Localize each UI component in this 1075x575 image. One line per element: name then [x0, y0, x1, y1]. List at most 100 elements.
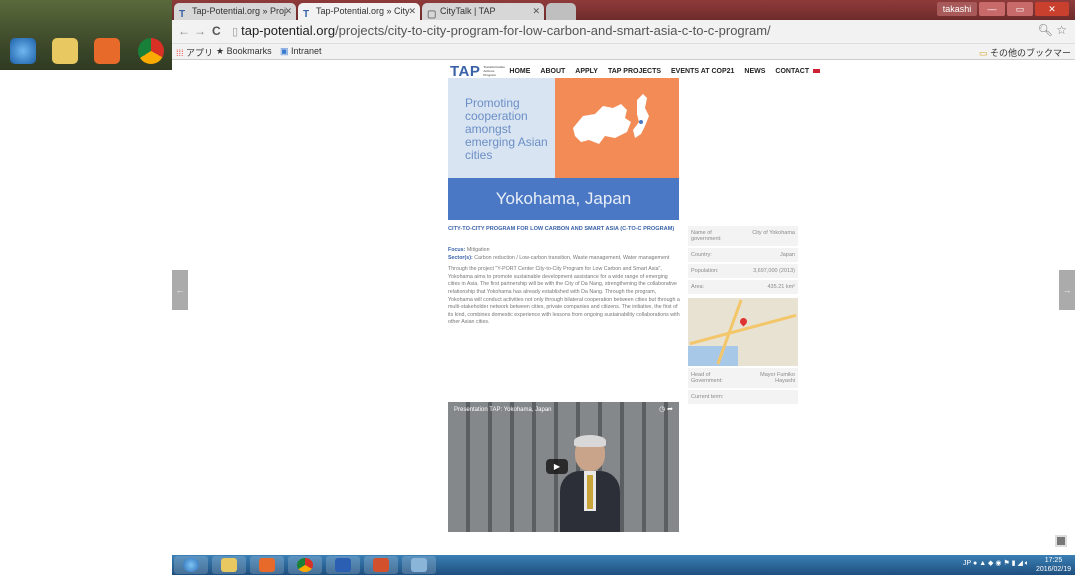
info-value: Japan	[780, 252, 795, 258]
url-domain: tap-potential.org	[241, 23, 336, 38]
start-orb-icon[interactable]	[10, 38, 36, 64]
user-badge[interactable]: takashi	[937, 2, 977, 16]
nav-home[interactable]: HOME	[509, 68, 530, 75]
project-article: CITY-TO-CITY PROGRAM FOR LOW CARBON AND …	[448, 226, 680, 327]
tap-logo[interactable]: TAP	[450, 63, 480, 80]
intranet-link[interactable]: ▣ Intranet	[280, 46, 322, 57]
video-title[interactable]: Presentation TAP: Yokohama, Japan	[454, 407, 552, 413]
folder-icon: ▣	[280, 46, 289, 56]
other-bookmarks[interactable]: ▭ その他のブックマー	[979, 46, 1071, 59]
city-map[interactable]	[688, 298, 798, 366]
nav-news[interactable]: NEWS	[744, 68, 765, 75]
hero-tagline: Promoting cooperation amongst emerging A…	[448, 78, 555, 178]
info-key: Head of Government:	[691, 372, 723, 384]
word-taskbar-icon[interactable]	[326, 556, 360, 574]
back-arrow-icon[interactable]: ←	[178, 24, 190, 38]
reload-icon[interactable]: C	[212, 24, 221, 38]
powerpoint-taskbar-icon[interactable]	[364, 556, 398, 574]
play-button[interactable]: ▶	[546, 459, 568, 474]
nav-about[interactable]: ABOUT	[540, 68, 565, 75]
info-value: 3,697,000 (2013)	[753, 268, 795, 274]
intranet-label: Intranet	[291, 46, 322, 56]
hero-banner: Promoting cooperation amongst emerging A…	[448, 78, 679, 220]
page-favicon-icon: ▢	[427, 9, 437, 20]
star-icon: ★	[216, 46, 225, 56]
focus-value: Mitigation	[466, 247, 490, 253]
chrome-icon[interactable]	[138, 38, 164, 64]
apps-grid-icon: ⁞⁞⁞	[176, 48, 184, 58]
folder-icon: ▭	[978, 48, 988, 58]
other-bookmarks-label: その他のブックマー	[989, 48, 1071, 58]
zoom-icon[interactable]: 🔍︎	[1038, 23, 1053, 37]
start-button[interactable]	[174, 556, 208, 574]
media-taskbar-icon[interactable]	[250, 556, 284, 574]
info-row: Area: 435.21 km²	[688, 280, 798, 296]
site-navigation: TAP Transformative Actions Program HOME …	[450, 63, 821, 80]
tab-proj[interactable]: T Tap-Potential.org » Proj ✕	[174, 3, 296, 20]
info-value: City of Yokohama	[752, 230, 795, 236]
bookmarks-label: Bookmarks	[226, 46, 272, 56]
tab-city[interactable]: T Tap-Potential.org » City ✕	[298, 3, 420, 20]
info-value	[743, 394, 795, 400]
info-key: Country:	[691, 252, 712, 258]
new-tab-button[interactable]	[546, 3, 576, 20]
bookmarks-bar: ⁞⁞⁞ アプリ ★ Bookmarks ▣ Intranet ▭ その他のブック…	[172, 44, 1075, 60]
info-value: Mayor Fumiko Hayashi	[760, 372, 795, 384]
tab-citytalk[interactable]: ▢ CityTalk | TAP ✕	[422, 3, 544, 20]
info-row: Population: 3,697,000 (2013)	[688, 264, 798, 280]
nav-events[interactable]: EVENTS AT COP21	[671, 68, 734, 75]
close-icon[interactable]: ✕	[284, 3, 292, 20]
scroll-top-button[interactable]	[1055, 535, 1067, 547]
video-share-icon[interactable]: ◷ ➦	[659, 405, 673, 413]
article-body: Through the project "Y-PORT Center City-…	[448, 266, 680, 326]
close-icon[interactable]: ✕	[532, 3, 540, 20]
tab-label: Tap-Potential.org » Proj	[192, 6, 287, 16]
app-taskbar-icon[interactable]	[402, 556, 436, 574]
windows-taskbar: JP ● ▲ ◆ ◉ ⚑ ▮ ◢ 🔈︎ 17:25 2016/02/19	[172, 555, 1075, 575]
info-value: 435.21 km²	[767, 284, 795, 290]
nav-tap-projects[interactable]: TAP PROJECTS	[608, 68, 661, 75]
maximize-button[interactable]: ▭	[1007, 2, 1033, 16]
nav-apply[interactable]: APPLY	[575, 68, 598, 75]
address-bar: ← → C ▯ tap-potential.org/projects/city-…	[172, 20, 1075, 44]
explorer-icon[interactable]	[52, 38, 78, 64]
forward-arrow-icon[interactable]: →	[194, 24, 206, 38]
bookmarks-link[interactable]: ★ Bookmarks	[216, 46, 272, 57]
ime-indicator[interactable]: JP	[963, 560, 971, 567]
prev-arrow-icon[interactable]: ←	[172, 270, 188, 310]
media-player-icon[interactable]	[94, 38, 120, 64]
close-icon[interactable]: ✕	[408, 3, 416, 20]
info-key: Name of government:	[691, 230, 722, 242]
info-row: Name of government: City of Yokohama	[688, 226, 798, 248]
url-path: /projects/city-to-city-program-for-low-c…	[335, 23, 771, 38]
star-icon[interactable]: ☆	[1056, 23, 1067, 37]
video-player[interactable]: Presentation TAP: Yokohama, Japan ◷ ➦ ▶	[448, 402, 679, 532]
sectors-line: Sector(s): Carbon reduction / Low-carbon…	[448, 255, 680, 263]
nav-contact[interactable]: CONTACT	[775, 68, 809, 75]
close-window-button[interactable]: ✕	[1035, 2, 1069, 16]
apps-label: アプリ	[186, 48, 214, 58]
tray-icons[interactable]: ● ▲ ◆ ◉ ⚑ ▮ ◢ 🔈︎	[973, 560, 1029, 567]
tap-favicon-icon: T	[179, 9, 186, 20]
info-row: Current term:	[688, 390, 798, 406]
tab-label: CityTalk | TAP	[440, 6, 496, 16]
info-key: Population:	[691, 268, 719, 274]
chrome-taskbar-icon[interactable]	[288, 556, 322, 574]
explorer-taskbar-icon[interactable]	[212, 556, 246, 574]
clock-time: 17:25	[1044, 557, 1063, 564]
page-icon: ▯	[232, 26, 242, 38]
next-arrow-icon[interactable]: →	[1059, 270, 1075, 310]
minimize-button[interactable]: —	[979, 2, 1005, 16]
sectors-label: Sector(s):	[448, 254, 473, 261]
hero-city-title: Yokohama, Japan	[448, 178, 679, 220]
language-flag-icon[interactable]	[813, 69, 821, 73]
article-title: CITY-TO-CITY PROGRAM FOR LOW CARBON AND …	[448, 226, 675, 232]
desktop-quicklaunch	[0, 36, 172, 66]
sectors-value: Carbon reduction / Low-carbon transition…	[474, 254, 670, 261]
map-pin-icon	[738, 316, 749, 327]
web-page: ← → TAP Transformative Actions Program H…	[172, 60, 1075, 555]
apps-bookmark[interactable]: ⁞⁞⁞ アプリ	[176, 46, 213, 59]
url-field[interactable]: ▯ tap-potential.org/projects/city-to-cit…	[232, 23, 771, 38]
info-row: Country: Japan	[688, 248, 798, 264]
system-clock[interactable]: 17:25 2016/02/19	[1036, 556, 1071, 574]
